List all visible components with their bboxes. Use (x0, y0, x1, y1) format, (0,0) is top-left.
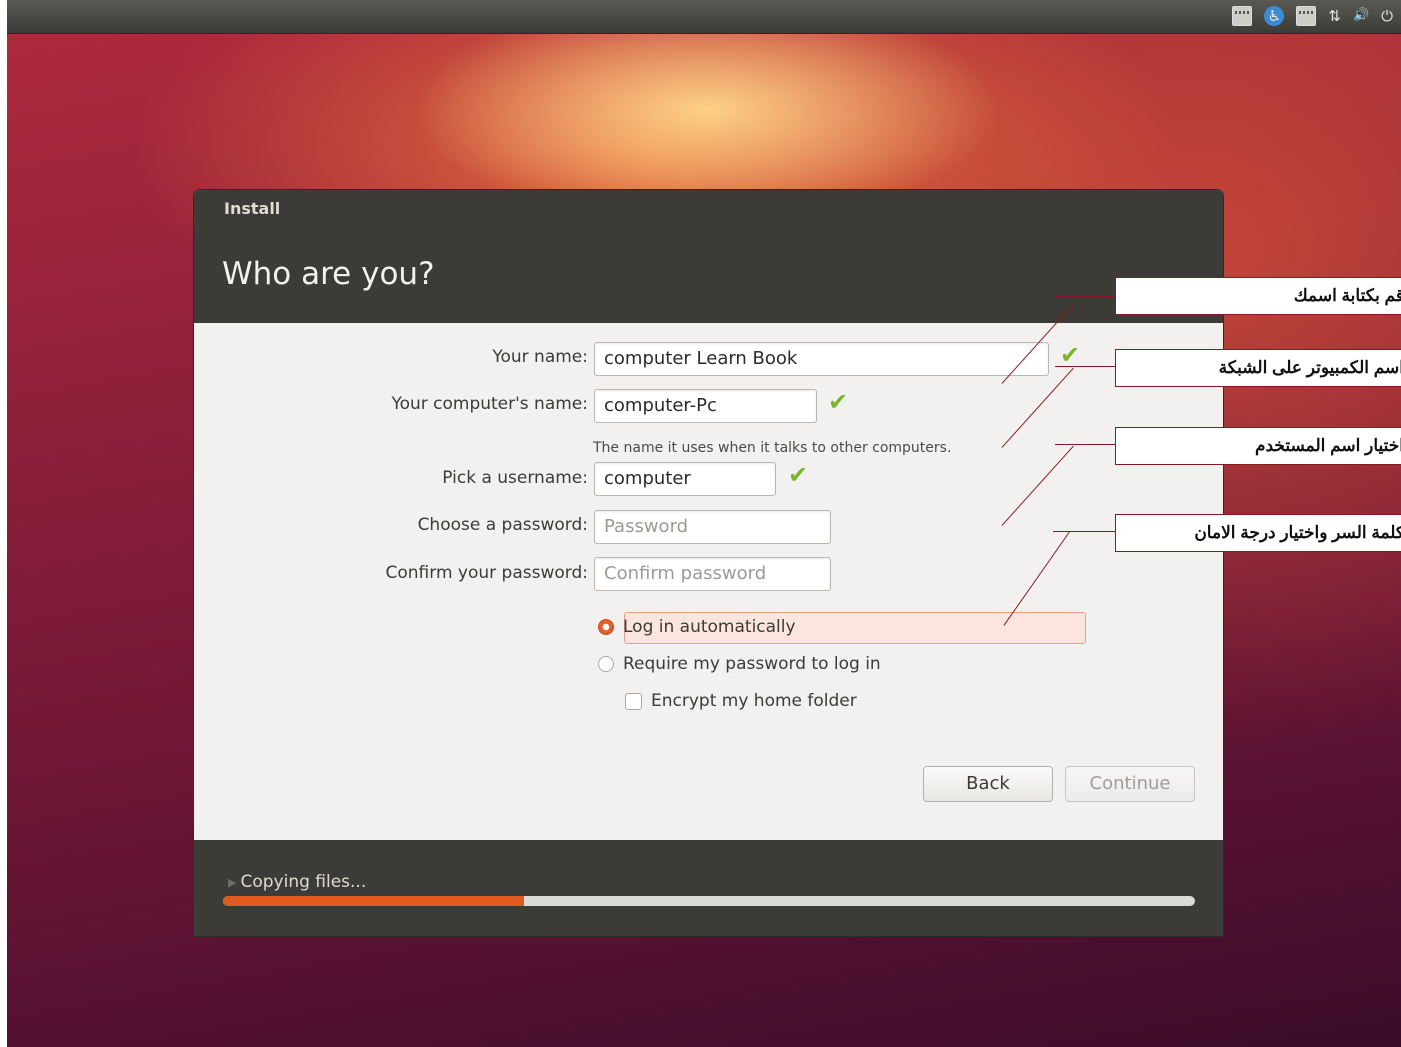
callout-leader-2b (1055, 366, 1115, 368)
installer-window: Install Who are you? Your name: computer… (194, 190, 1223, 936)
callout-your-name: قم بكتابة اسمك (1115, 277, 1401, 315)
computer-name-hint: The name it uses when it talks to other … (593, 440, 952, 456)
computer-valid-check-icon: ✔ (828, 388, 849, 416)
require-password-option[interactable]: Require my password to log in (598, 654, 881, 674)
expander-triangle-icon[interactable]: ▶ (228, 876, 236, 889)
network-icon[interactable]: ⇅ (1328, 6, 1341, 26)
callout-password: كلمة السر واختيار درجة الامان (1115, 514, 1401, 552)
window-header: Install Who are you? (194, 190, 1223, 323)
computer-name-label: Your computer's name: (391, 394, 588, 414)
status-area: ▶ Copying files... (228, 872, 366, 892)
computer-name-field[interactable]: computer-Pc (594, 389, 817, 423)
page-title: Who are you? (222, 256, 435, 292)
callout-leader-3b (1055, 444, 1115, 446)
power-icon[interactable]: ⏻ (1381, 6, 1393, 26)
status-text: Copying files... (240, 872, 367, 892)
window-footer: ▶ Copying files... (194, 840, 1223, 936)
confirm-password-field[interactable]: Confirm password (594, 557, 831, 591)
login-automatically-option[interactable]: Log in automatically (598, 617, 796, 637)
username-label: Pick a username: (442, 468, 588, 488)
progress-bar (223, 896, 1195, 906)
continue-button[interactable]: Continue (1065, 766, 1195, 802)
desktop-background: ♿ ⇅ 🔊 ⏻ Install Who are you? Your name: … (7, 0, 1401, 1047)
system-tray: ♿ ⇅ 🔊 ⏻ (1232, 6, 1393, 26)
back-button[interactable]: Back (923, 766, 1053, 802)
callout-leader-4b (1053, 531, 1115, 533)
callout-username: اختيار اسم المستخدم (1115, 427, 1401, 465)
top-panel: ♿ ⇅ 🔊 ⏻ (7, 0, 1401, 34)
accessibility-icon[interactable]: ♿ (1264, 6, 1285, 26)
your-name-field[interactable]: computer Learn Book (594, 342, 1049, 376)
username-field[interactable]: computer (594, 462, 776, 496)
password-label: Choose a password: (417, 515, 588, 535)
encrypt-home-option[interactable]: Encrypt my home folder (625, 691, 857, 711)
name-valid-check-icon: ✔ (1060, 341, 1081, 369)
require-password-radio[interactable] (598, 656, 614, 672)
callout-computer-name: اسم الكمبيوتر على الشبكة (1115, 349, 1401, 387)
require-password-label: Require my password to log in (623, 654, 881, 674)
username-valid-check-icon: ✔ (788, 461, 809, 489)
encrypt-checkbox[interactable] (625, 692, 642, 710)
volume-icon[interactable]: 🔊 (1353, 6, 1369, 26)
form-area: Your name: computer Learn Book ✔ Your co… (194, 323, 1223, 840)
login-auto-label: Log in automatically (623, 617, 796, 637)
progress-fill (223, 896, 525, 906)
callout-leader-1b (1055, 296, 1120, 298)
window-title: Install (224, 199, 281, 218)
keyboard-icon[interactable] (1232, 6, 1253, 26)
encrypt-label: Encrypt my home folder (651, 691, 857, 711)
keyboard-layout-icon[interactable] (1296, 6, 1317, 26)
your-name-label: Your name: (492, 347, 588, 367)
login-auto-radio[interactable] (598, 619, 614, 635)
password-field[interactable]: Password (594, 510, 831, 544)
confirm-password-label: Confirm your password: (385, 563, 588, 583)
